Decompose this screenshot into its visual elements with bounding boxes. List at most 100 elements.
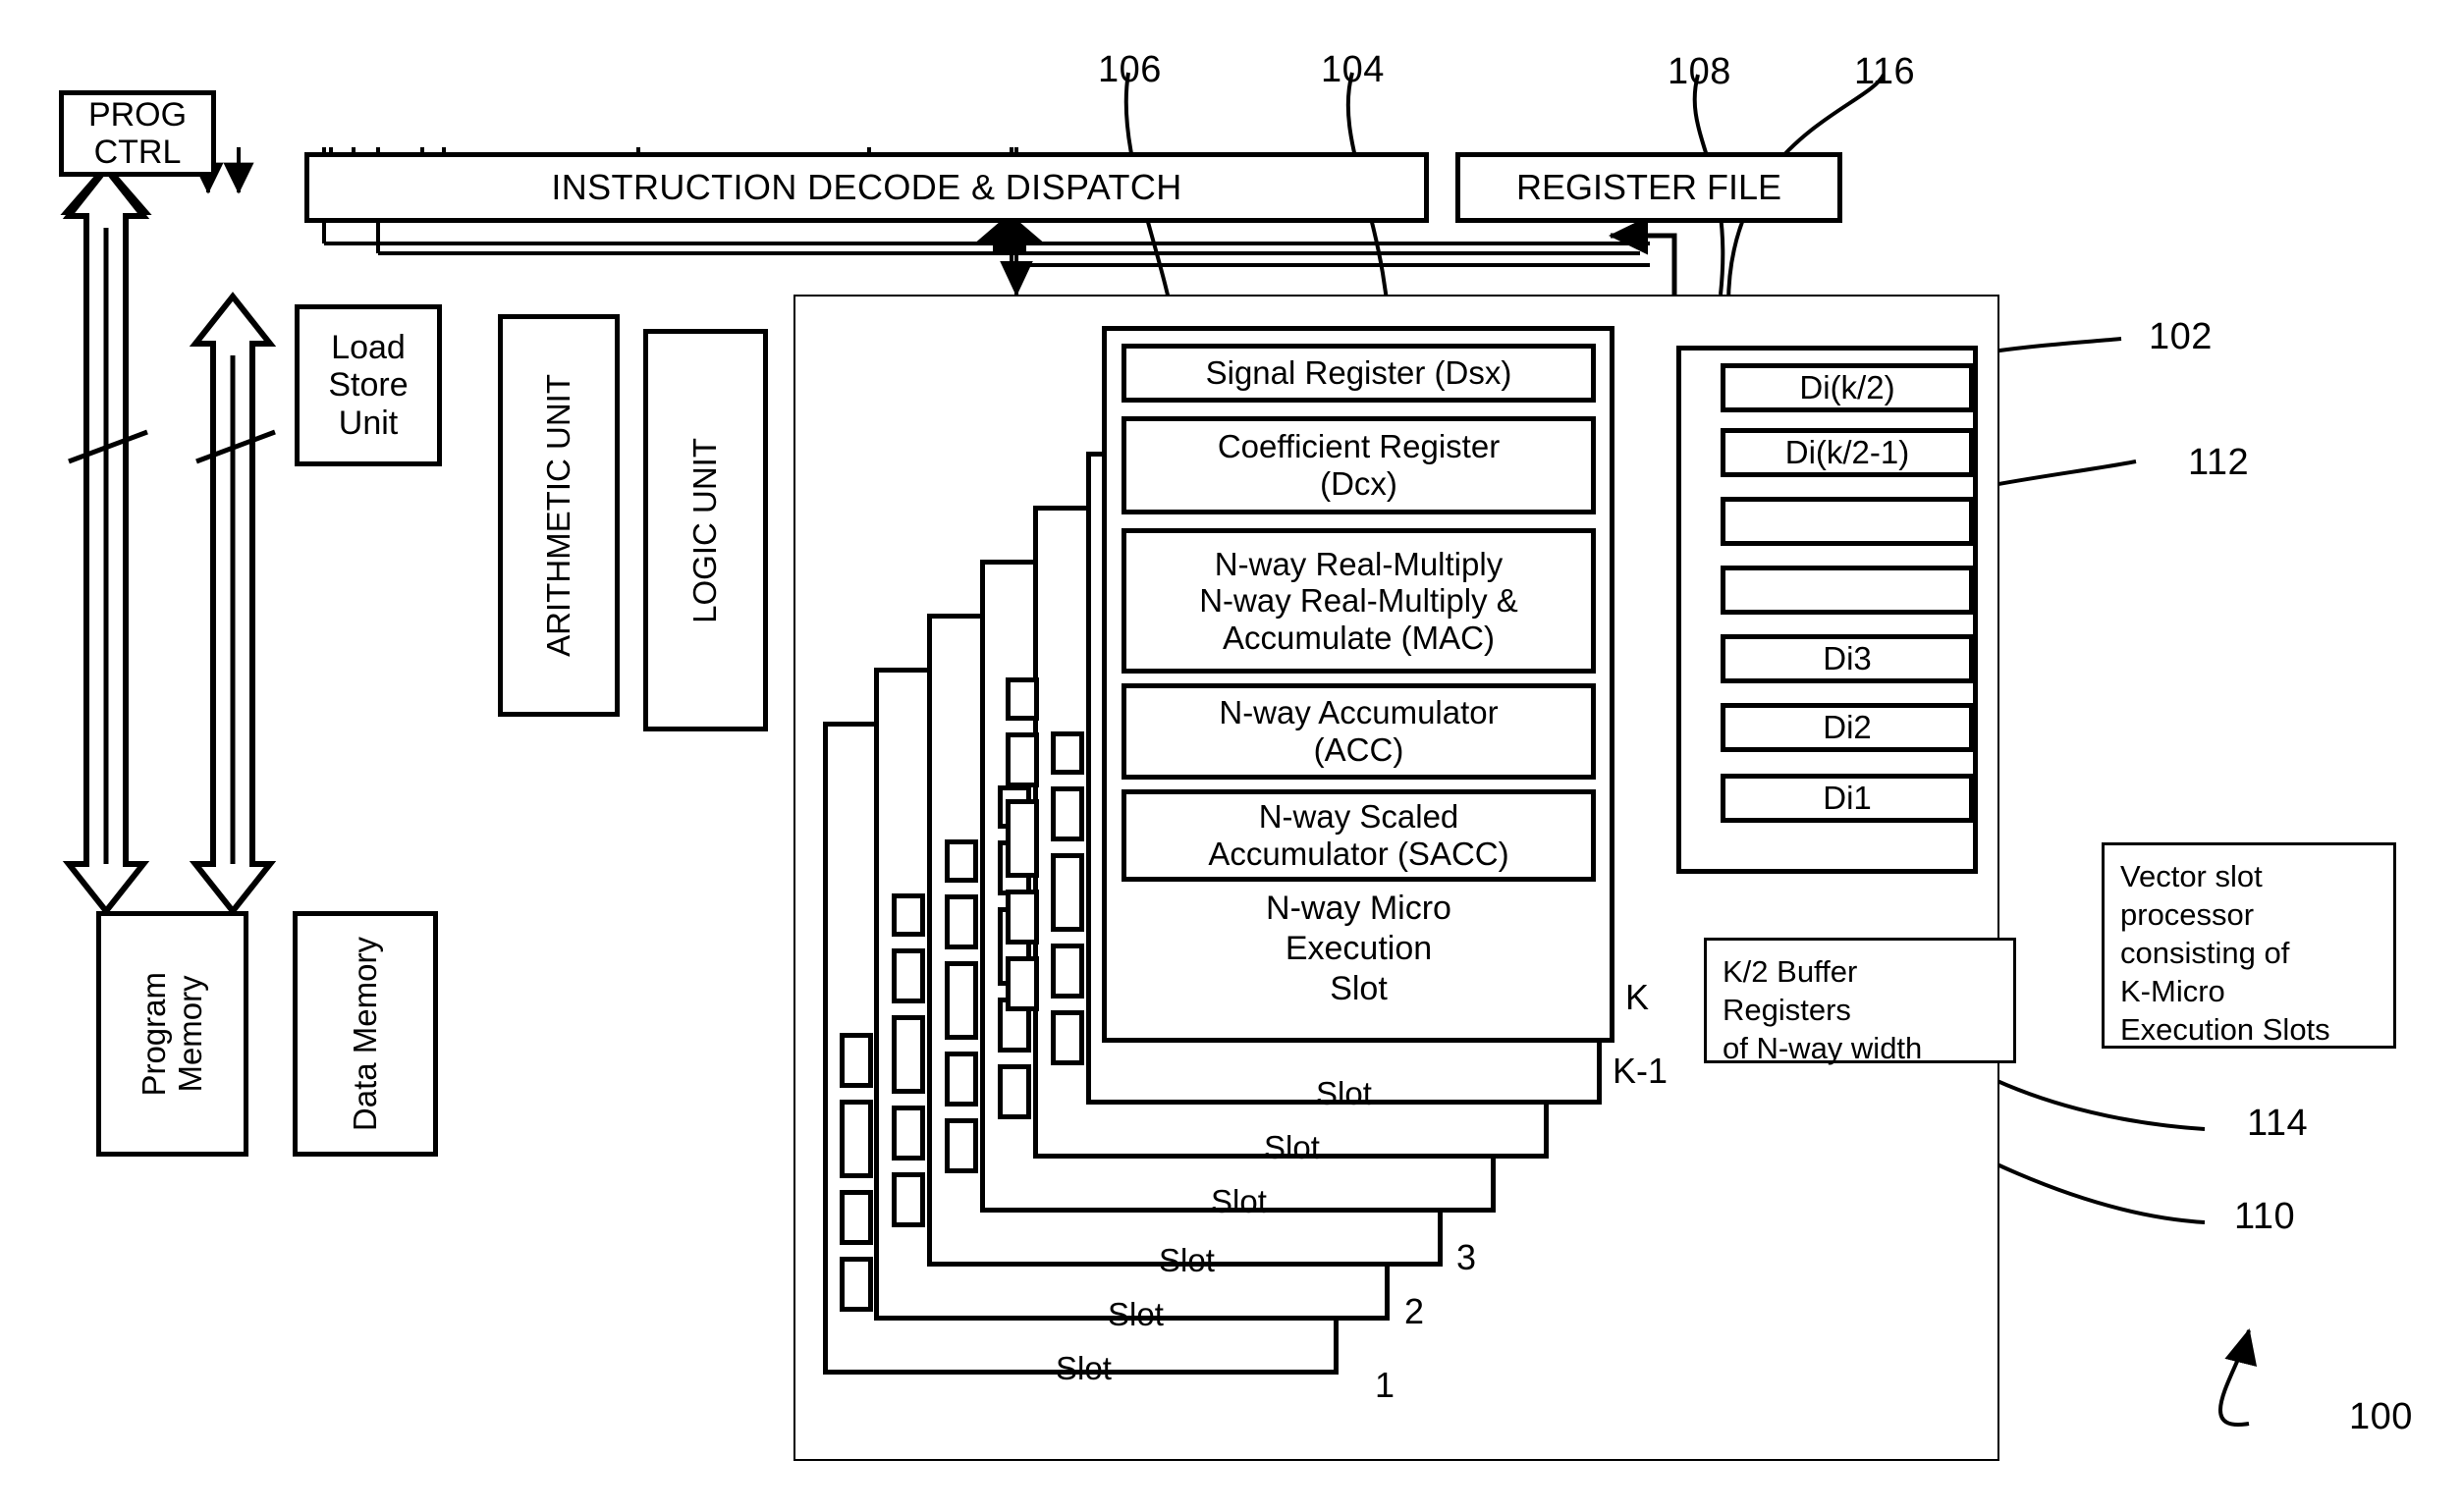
vector-note-line-5: Execution Slots bbox=[2120, 1012, 2330, 1048]
ref-108: 108 bbox=[1668, 51, 1731, 92]
slot-card-6-mini-reg-d bbox=[1006, 890, 1039, 945]
load-store-label-1: Load bbox=[331, 329, 406, 367]
vector-note-line-3: consisting of bbox=[2120, 936, 2290, 971]
program-memory-block: Program Memory bbox=[96, 911, 248, 1157]
load-store-label-2: Store bbox=[328, 366, 409, 405]
di-register-0-label: Di(k/2) bbox=[1799, 369, 1895, 405]
ref-100: 100 bbox=[2349, 1396, 2413, 1437]
slot-card-1-mini-reg-a bbox=[840, 1033, 873, 1088]
slot-card-5-mini-reg-d bbox=[1051, 944, 1084, 999]
coefficient-register-label-2: (Dcx) bbox=[1320, 465, 1397, 502]
slot-card-1-mini-reg-b bbox=[840, 1100, 873, 1178]
slot-card-5-label: Slot bbox=[1264, 1129, 1320, 1165]
slot-card-2-mini-reg-a bbox=[892, 893, 925, 937]
register-file-label: REGISTER FILE bbox=[1515, 166, 1782, 207]
ref-102: 102 bbox=[2149, 316, 2213, 357]
mac-label-3: Accumulate (MAC) bbox=[1223, 619, 1495, 656]
scaled-accumulator-label-2: Accumulator (SACC) bbox=[1208, 836, 1509, 872]
slot-card-4-label: Slot bbox=[1211, 1183, 1267, 1219]
buffer-note-line-1: K/2 Buffer bbox=[1723, 954, 1858, 989]
slot-card-6-mini-reg-c bbox=[1006, 799, 1039, 878]
slot-index-1: 1 bbox=[1375, 1365, 1395, 1405]
slot-card-2-mini-reg-c bbox=[892, 1015, 925, 1094]
prog-ctrl-label-2: CTRL bbox=[93, 134, 182, 171]
arithmetic-unit-block: ARITHMETIC UNIT bbox=[498, 314, 620, 717]
instruction-decode-dispatch-block: INSTRUCTION DECODE & DISPATCH bbox=[304, 152, 1429, 223]
di-register-1: Di(k/2-1) bbox=[1721, 428, 1974, 477]
ref-110: 110 bbox=[2234, 1196, 2296, 1237]
slot-card-1-label: Slot bbox=[1056, 1350, 1112, 1386]
coefficient-register-label-1: Coefficient Register bbox=[1217, 428, 1501, 465]
prog-ctrl-label-1: PROG bbox=[87, 95, 188, 134]
slot-card-2-mini-reg-d bbox=[892, 1106, 925, 1161]
load-store-label-3: Unit bbox=[338, 404, 399, 442]
slot-card-5-mini-reg-a bbox=[1051, 731, 1084, 775]
di-register-4-label: Di3 bbox=[1823, 640, 1872, 676]
vector-note-line-2: processor bbox=[2120, 897, 2255, 933]
slot-card-5-mini-reg-c bbox=[1051, 853, 1084, 932]
slot-card-6-mini-reg-e bbox=[1006, 956, 1039, 1011]
slot-card-3-mini-reg-c bbox=[945, 961, 978, 1040]
slot-index-k: K bbox=[1625, 977, 1650, 1017]
di-register-3 bbox=[1721, 566, 1974, 615]
vector-note-line-1: Vector slot bbox=[2120, 859, 2263, 893]
scaled-accumulator-label-1: N-way Scaled bbox=[1258, 798, 1459, 836]
data-memory-block: Data Memory bbox=[293, 911, 438, 1157]
slot-card-6-mini-reg-a bbox=[1006, 677, 1039, 721]
slot-title-line-3: Slot bbox=[1330, 969, 1388, 1007]
ref-116: 116 bbox=[1854, 51, 1916, 92]
di-register-6-label: Di1 bbox=[1823, 780, 1872, 816]
accumulator-label-2: (ACC) bbox=[1313, 731, 1404, 768]
slot-card-3-mini-reg-e bbox=[945, 1118, 978, 1173]
slot-index-3: 3 bbox=[1456, 1237, 1477, 1277]
register-file-block: REGISTER FILE bbox=[1455, 152, 1842, 223]
slot-card-3-label: Slot bbox=[1159, 1242, 1215, 1278]
slot-card-4-mini-reg-e bbox=[998, 1064, 1031, 1119]
scaled-accumulator-block: N-way Scaled Accumulator (SACC) bbox=[1122, 789, 1596, 882]
slot-card-3-mini-reg-d bbox=[945, 1052, 978, 1107]
logic-unit-label: LOGIC UNIT bbox=[686, 437, 724, 623]
slot-card-3-mini-reg-b bbox=[945, 894, 978, 949]
accumulator-block: N-way Accumulator (ACC) bbox=[1122, 683, 1596, 780]
slot-card-5-mini-reg-e bbox=[1051, 1010, 1084, 1065]
prog-ctrl-block: PROG CTRL bbox=[59, 90, 216, 177]
slot-title-line-1: N-way Micro bbox=[1266, 890, 1451, 927]
slot-card-1-mini-reg-d bbox=[840, 1257, 873, 1312]
slot-title-text: N-way Micro Execution Slot bbox=[1122, 889, 1596, 1008]
slot-index-k-minus-1: K-1 bbox=[1613, 1051, 1669, 1091]
slot-card-2-mini-reg-b bbox=[892, 948, 925, 1003]
data-memory-label: Data Memory bbox=[346, 936, 383, 1132]
ref-114: 114 bbox=[2247, 1103, 2309, 1144]
coefficient-register-block: Coefficient Register (Dcx) bbox=[1122, 416, 1596, 514]
program-memory-label: Program Memory bbox=[135, 971, 208, 1097]
di-register-1-label: Di(k/2-1) bbox=[1784, 434, 1910, 470]
buffer-registers-note: K/2 Buffer Registers of N-way width bbox=[1704, 938, 2016, 1065]
slot-card-1-mini-reg-c bbox=[840, 1190, 873, 1245]
slot-card-5-mini-reg-b bbox=[1051, 786, 1084, 841]
patent-figure: PROG CTRL INSTRUCTION DECODE & DISPATCH … bbox=[0, 0, 2462, 1512]
ref-106: 106 bbox=[1098, 49, 1162, 90]
di-register-5: Di2 bbox=[1721, 703, 1974, 752]
accumulator-label-1: N-way Accumulator bbox=[1219, 694, 1499, 731]
vector-processor-note: Vector slot processor consisting of K-Mi… bbox=[2102, 842, 2396, 1049]
signal-register-label: Signal Register (Dsx) bbox=[1205, 354, 1512, 392]
slot-card-6-label: Slot bbox=[1316, 1075, 1372, 1111]
ref-104: 104 bbox=[1321, 49, 1385, 90]
di-register-4: Di3 bbox=[1721, 634, 1974, 683]
ref-112: 112 bbox=[2188, 442, 2250, 483]
instruction-decode-label: INSTRUCTION DECODE & DISPATCH bbox=[551, 166, 1182, 207]
mac-block: N-way Real-Multiply N-way Real-Multiply … bbox=[1122, 528, 1596, 674]
di-register-6: Di1 bbox=[1721, 774, 1974, 823]
slot-title-line-2: Execution bbox=[1285, 929, 1433, 967]
slot-card-2-label: Slot bbox=[1108, 1296, 1164, 1332]
slot-card-2-mini-reg-e bbox=[892, 1172, 925, 1227]
logic-unit-block: LOGIC UNIT bbox=[643, 329, 768, 731]
di-register-2 bbox=[1721, 497, 1974, 546]
di-register-0: Di(k/2) bbox=[1721, 363, 1974, 412]
arithmetic-unit-label: ARITHMETIC UNIT bbox=[539, 374, 576, 657]
signal-register-block: Signal Register (Dsx) bbox=[1122, 344, 1596, 403]
mac-label-2: N-way Real-Multiply & bbox=[1199, 582, 1518, 620]
di-register-5-label: Di2 bbox=[1823, 709, 1872, 745]
buffer-note-line-2: Registers bbox=[1723, 993, 1851, 1028]
slot-card-6-mini-reg-b bbox=[1006, 732, 1039, 787]
